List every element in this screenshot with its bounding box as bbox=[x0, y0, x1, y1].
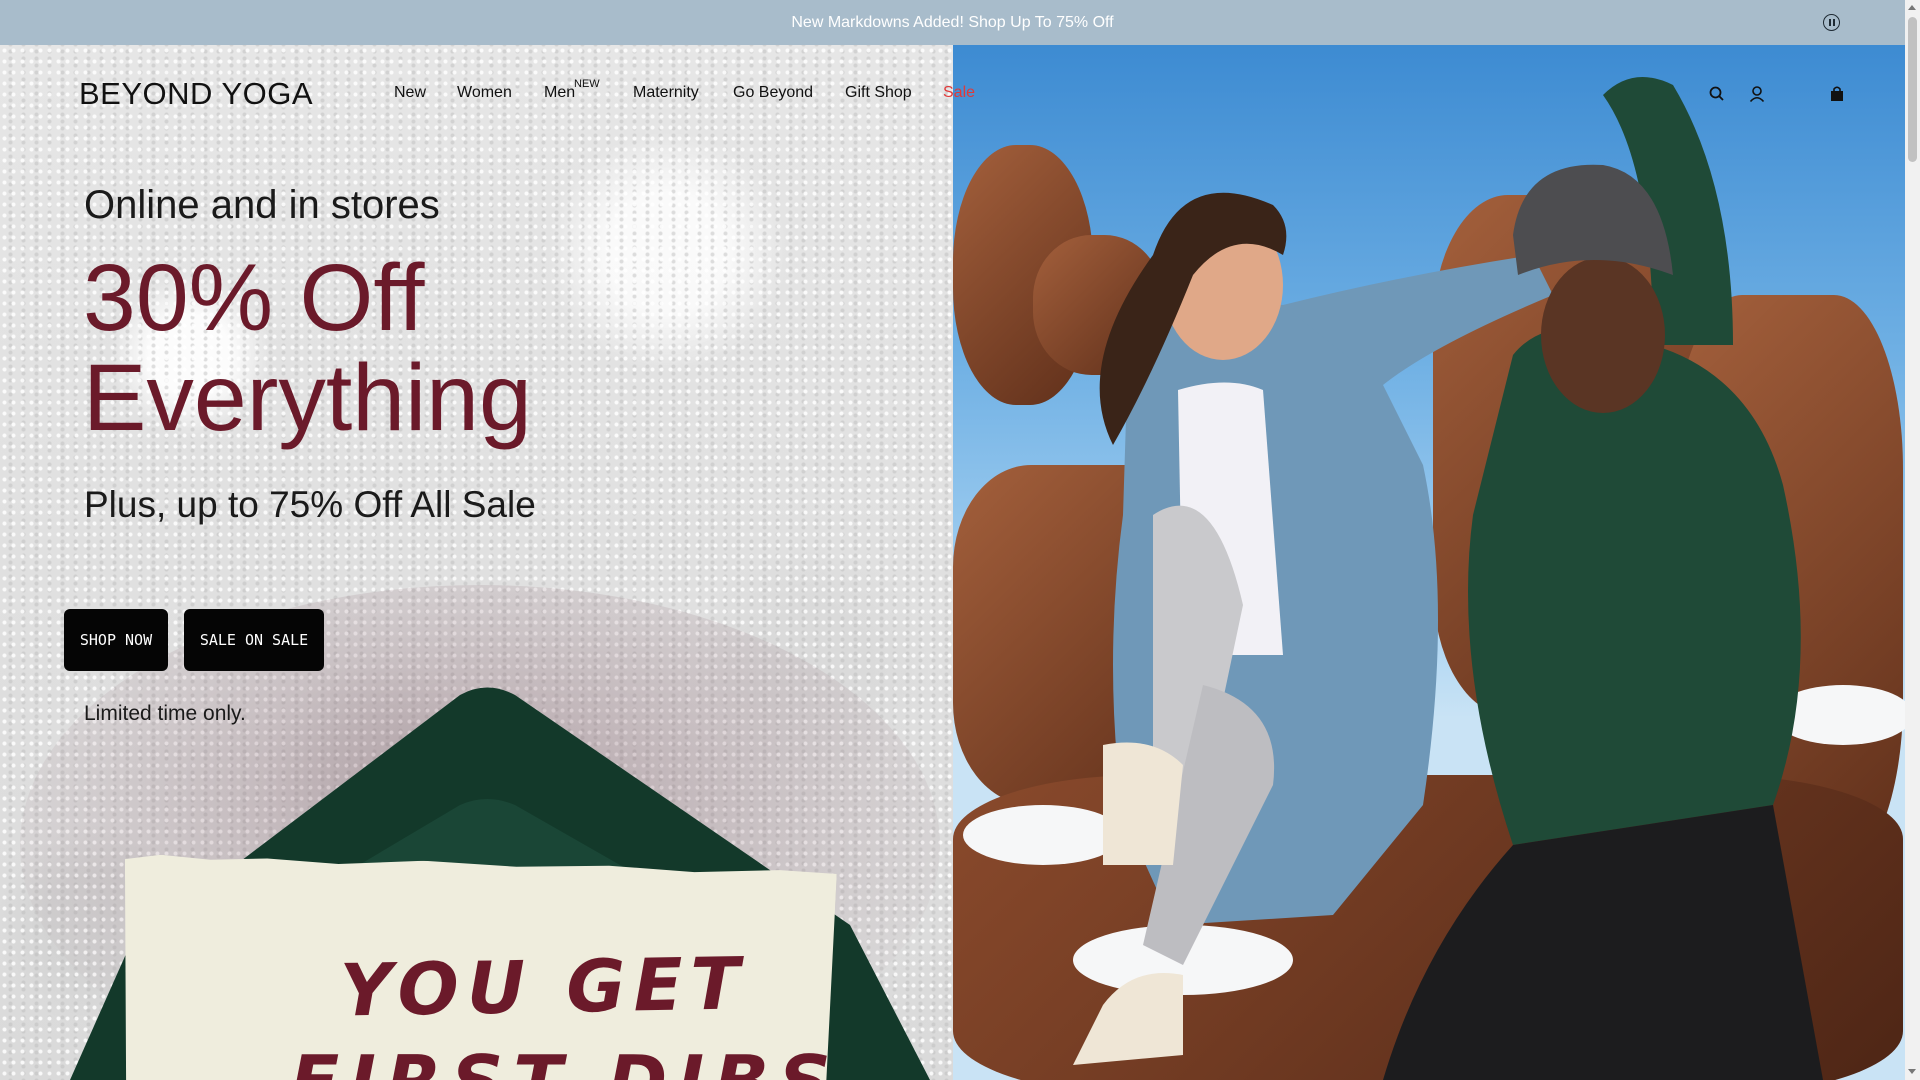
hero-headline: 30% Off Everything bbox=[83, 248, 683, 448]
hero-headline-line1: 30% Off bbox=[83, 245, 425, 351]
card-text-line1: YOU GET bbox=[339, 941, 749, 1033]
scroll-thumb[interactable] bbox=[1908, 17, 1917, 162]
hero-photo bbox=[953, 45, 1905, 1080]
search-icon[interactable] bbox=[1707, 84, 1727, 104]
card-text-line2: FIRST DIBS bbox=[290, 1040, 841, 1080]
nav-go-beyond[interactable]: Go Beyond bbox=[733, 84, 813, 102]
limited-time-note: Limited time only. bbox=[84, 702, 246, 725]
shop-now-button[interactable]: SHOP NOW bbox=[64, 609, 168, 671]
nav-men-new-tag: NEW bbox=[574, 78, 600, 90]
nav-women[interactable]: Women bbox=[457, 84, 512, 102]
page-scrollbar[interactable] bbox=[1905, 0, 1920, 1080]
scroll-down-icon[interactable] bbox=[1908, 1069, 1916, 1074]
hero-subhead: Plus, up to 75% Off All Sale bbox=[84, 484, 536, 525]
nav-gift-shop[interactable]: Gift Shop bbox=[845, 84, 912, 102]
nav-maternity[interactable]: Maternity bbox=[633, 84, 699, 102]
bag-icon[interactable] bbox=[1827, 84, 1847, 104]
announcement-bar: New Markdowns Added! Shop Up To 75% Off bbox=[0, 0, 1905, 45]
account-icon[interactable] bbox=[1747, 84, 1767, 104]
sale-on-sale-button[interactable]: SALE ON SALE bbox=[184, 609, 324, 671]
scroll-up-icon[interactable] bbox=[1908, 5, 1916, 10]
announcement-text[interactable]: New Markdowns Added! Shop Up To 75% Off bbox=[791, 14, 1113, 32]
hero-headline-line2: Everything bbox=[83, 345, 532, 451]
hero-models bbox=[1073, 77, 1823, 1080]
hero-kicker: Online and in stores bbox=[84, 183, 440, 227]
pause-icon[interactable] bbox=[1823, 14, 1840, 31]
brand-logo[interactable]: BEYOND YOGA bbox=[79, 76, 313, 112]
nav-new[interactable]: New bbox=[394, 84, 426, 102]
nav-sale[interactable]: Sale bbox=[943, 84, 975, 102]
nav-men[interactable]: Men bbox=[544, 84, 575, 102]
